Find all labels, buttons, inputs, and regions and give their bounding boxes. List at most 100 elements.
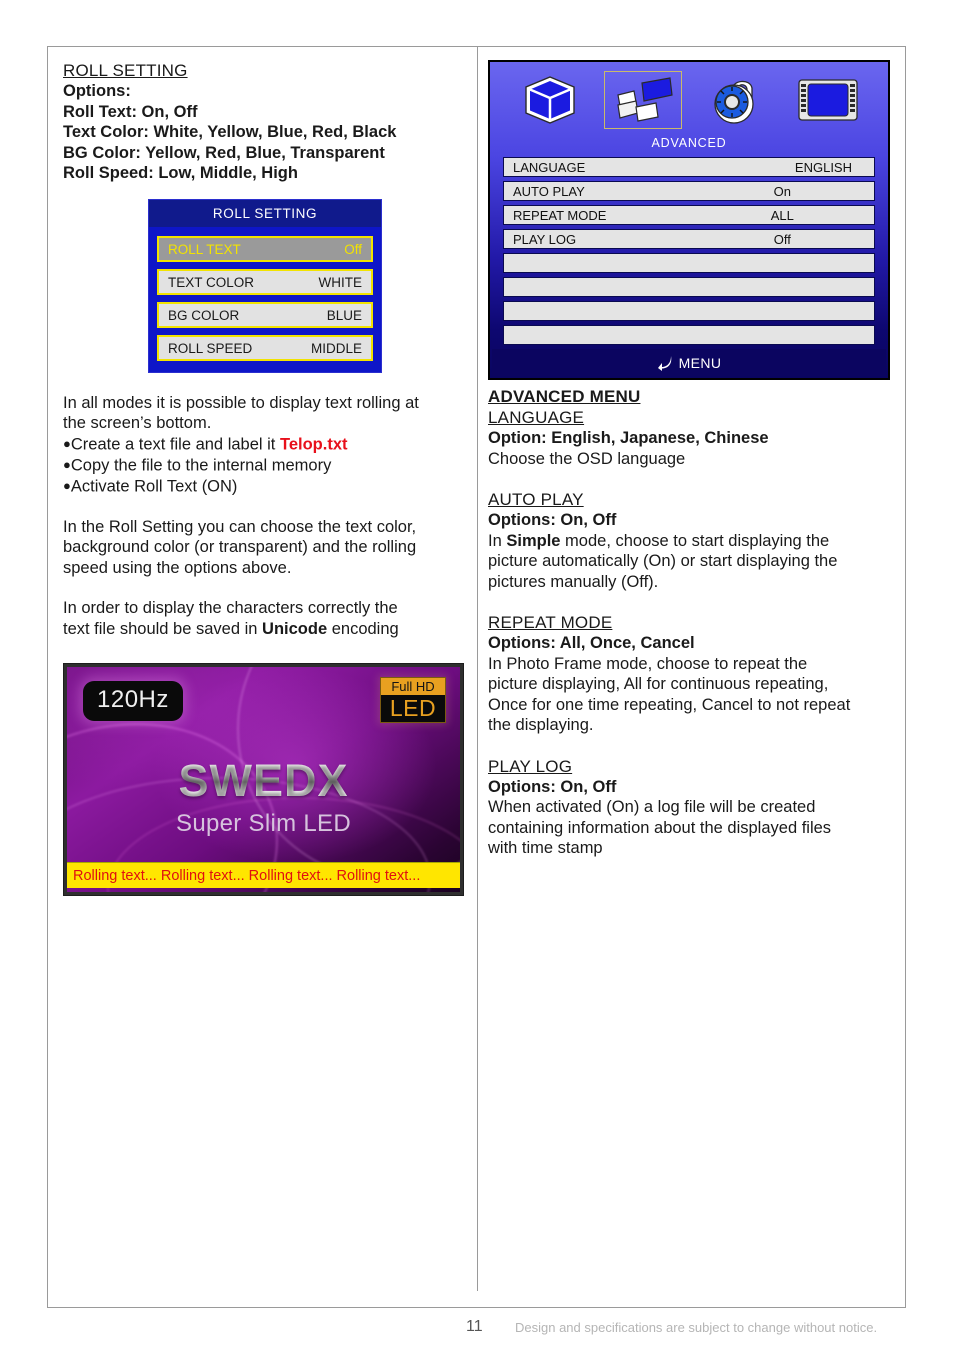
option-roll-speed: Roll Speed: Low, Middle, High bbox=[63, 164, 298, 182]
intro-line-1: In all modes it is possible to display t… bbox=[63, 393, 419, 412]
back-arrow-icon bbox=[657, 355, 671, 371]
advanced-osd-footer[interactable]: MENU bbox=[492, 349, 886, 376]
bullet-activate-text: Activate Roll Text (ON) bbox=[70, 477, 238, 495]
page-number: 11 bbox=[466, 1318, 483, 1335]
led-label: LED bbox=[381, 695, 445, 722]
section-title-repeat-mode: REPEAT MODE bbox=[488, 613, 613, 632]
section-body-auto-play-1: In Simple mode, choose to start displayi… bbox=[488, 531, 830, 550]
options-label: Options: bbox=[63, 82, 131, 100]
advanced-row-auto-play[interactable]: AUTO PLAY On bbox=[503, 181, 875, 201]
right-column: ADVANCED MENU LANGUAGE Option: English, … bbox=[488, 386, 892, 859]
section-body-auto-play-3: pictures manually (Off). bbox=[488, 572, 659, 591]
tv-promo-image: 120Hz Full HD LED SWEDX Super Slim LED R… bbox=[63, 663, 464, 896]
osd-tab-advanced[interactable] bbox=[603, 71, 682, 129]
rolling-text-bar: Rolling text... Rolling text... Rolling … bbox=[67, 862, 460, 888]
para2-line-1: In the Roll Setting you can choose the t… bbox=[63, 517, 417, 536]
option-roll-text: Roll Text: On, Off bbox=[63, 102, 198, 121]
roll-osd-key: ROLL SPEED bbox=[168, 340, 253, 356]
swedx-logo: SWEDX bbox=[67, 755, 460, 807]
roll-osd-row-roll-speed[interactable]: ROLL SPEED MIDDLE bbox=[157, 335, 373, 361]
section-body-repeat-mode-3: Once for one time repeating, Cancel to n… bbox=[488, 695, 851, 714]
section-body-play-log-1: When activated (On) a log file will be c… bbox=[488, 798, 816, 816]
roll-osd-key: TEXT COLOR bbox=[168, 274, 255, 290]
advanced-row-key: AUTO PLAY bbox=[513, 183, 585, 199]
bullet-copy-file-text: Copy the file to the internal memory bbox=[70, 456, 332, 474]
roll-osd-title: ROLL SETTING bbox=[149, 200, 381, 227]
roll-osd-row-roll-text[interactable]: ROLL TEXT Off bbox=[157, 236, 373, 262]
advanced-row-empty bbox=[503, 277, 875, 297]
screen-icon bbox=[798, 79, 858, 121]
advanced-row-language[interactable]: LANGUAGE ENGLISH bbox=[503, 157, 875, 177]
roll-osd-row-bg-color[interactable]: BG COLOR BLUE bbox=[157, 302, 373, 328]
bullet-dot-icon: ● bbox=[63, 456, 71, 472]
section-body-play-log-3: with time stamp bbox=[488, 839, 603, 857]
para2-line-2: background color (or transparent) and th… bbox=[63, 538, 417, 556]
advanced-row-empty bbox=[503, 325, 875, 345]
advanced-osd: ADVANCED LANGUAGE ENGLISH AUTO PLAY On R… bbox=[488, 60, 890, 380]
advanced-osd-footer-label: MENU bbox=[678, 354, 722, 371]
section-options-auto-play: Options: On, Off bbox=[488, 511, 617, 529]
section-title-language: LANGUAGE bbox=[488, 408, 585, 427]
advanced-row-key: PLAY LOG bbox=[513, 231, 577, 247]
advanced-row-key: REPEAT MODE bbox=[513, 207, 607, 223]
osd-tab-lock[interactable] bbox=[696, 71, 774, 129]
advanced-row-empty bbox=[503, 253, 875, 273]
roll-osd-key: ROLL TEXT bbox=[168, 241, 241, 257]
section-body-auto-play-2: picture automatically (On) or start disp… bbox=[488, 552, 838, 570]
advanced-row-repeat-mode[interactable]: REPEAT MODE ALL bbox=[503, 205, 875, 225]
para3-pre: text file should be saved in bbox=[63, 619, 263, 638]
roll-osd-value: WHITE bbox=[318, 274, 363, 290]
advanced-osd-icon-bar bbox=[490, 62, 888, 132]
advanced-osd-tab-label: ADVANCED bbox=[651, 136, 727, 150]
advanced-row-value: ENGLISH bbox=[794, 159, 852, 175]
section-body-repeat-mode-1: In Photo Frame mode, choose to repeat th… bbox=[488, 654, 808, 673]
section-options-play-log: Options: On, Off bbox=[488, 777, 617, 796]
simple-keyword: Simple bbox=[506, 531, 561, 550]
advanced-osd-row-list: LANGUAGE ENGLISH AUTO PLAY On REPEAT MOD… bbox=[490, 157, 888, 345]
advanced-row-empty bbox=[503, 301, 875, 321]
para2-line-3: speed using the options above. bbox=[63, 558, 292, 577]
swedx-tagline: Super Slim LED bbox=[176, 810, 351, 837]
roll-osd-row-text-color[interactable]: TEXT COLOR WHITE bbox=[157, 269, 373, 295]
para3-post: encoding bbox=[327, 619, 399, 638]
bullet-dot-icon: ● bbox=[63, 435, 71, 451]
bullet-create-file-text: Create a text file and label it bbox=[70, 435, 280, 453]
roll-osd-key: BG COLOR bbox=[168, 307, 240, 323]
advanced-icon bbox=[617, 77, 673, 122]
option-text-color: Text Color: White, Yellow, Blue, Red, Bl… bbox=[63, 123, 397, 141]
bullet-copy-file: ●Copy the file to the internal memory bbox=[63, 455, 463, 476]
roll-osd-value: Off bbox=[344, 241, 362, 257]
cube-icon bbox=[525, 76, 575, 124]
advanced-row-key: LANGUAGE bbox=[513, 159, 586, 175]
tv-screen: 120Hz Full HD LED SWEDX Super Slim LED R… bbox=[67, 667, 460, 892]
roll-setting-heading: ROLL SETTING bbox=[63, 61, 188, 80]
full-hd-label: Full HD bbox=[381, 678, 445, 695]
bullet-dot-icon: ● bbox=[63, 477, 71, 493]
bullet-create-file: ●Create a text file and label it Telop.t… bbox=[63, 434, 463, 455]
intro-line-2: the screen’s bottom. bbox=[63, 414, 212, 432]
para3-line-2: text file should be saved in Unicode enc… bbox=[63, 619, 463, 640]
section-body-repeat-mode-4: the displaying. bbox=[488, 716, 594, 734]
section-body-repeat-mode-2: picture displaying, All for continuous r… bbox=[488, 675, 829, 693]
advanced-row-value: Off bbox=[773, 231, 791, 247]
option-bg-color: BG Color: Yellow, Red, Blue, Transparent bbox=[63, 143, 385, 162]
page-footer: 11 Design and specifications are subject… bbox=[0, 1312, 954, 1342]
bullet-activate-roll-text: ●Activate Roll Text (ON) bbox=[63, 476, 463, 497]
section-options-language: Option: English, Japanese, Chinese bbox=[488, 429, 769, 447]
para3-line-1: In order to display the characters corre… bbox=[63, 599, 398, 617]
left-column: ROLL SETTING Options: Roll Text: On, Off… bbox=[63, 60, 463, 639]
osd-tab-screen[interactable] bbox=[789, 71, 867, 129]
refresh-rate-badge: 120Hz bbox=[83, 681, 183, 721]
section-title-play-log: PLAY LOG bbox=[488, 756, 573, 776]
section-body-play-log-2: containing information about the display… bbox=[488, 818, 832, 837]
roll-osd-row-list: ROLL TEXT Off TEXT COLOR WHITE BG COLOR … bbox=[149, 227, 381, 372]
advanced-row-value: On bbox=[773, 183, 791, 199]
roll-osd-value: BLUE bbox=[326, 307, 362, 323]
osd-tab-cube[interactable] bbox=[511, 71, 589, 129]
roll-setting-osd: ROLL SETTING ROLL TEXT Off TEXT COLOR WH… bbox=[148, 199, 382, 373]
footer-note: Design and specifications are subject to… bbox=[515, 1320, 878, 1335]
section-options-repeat-mode: Options: All, Once, Cancel bbox=[488, 634, 695, 652]
advanced-row-play-log[interactable]: PLAY LOG Off bbox=[503, 229, 875, 249]
roll-osd-value: MIDDLE bbox=[310, 340, 362, 356]
section-title-auto-play: AUTO PLAY bbox=[488, 490, 584, 509]
